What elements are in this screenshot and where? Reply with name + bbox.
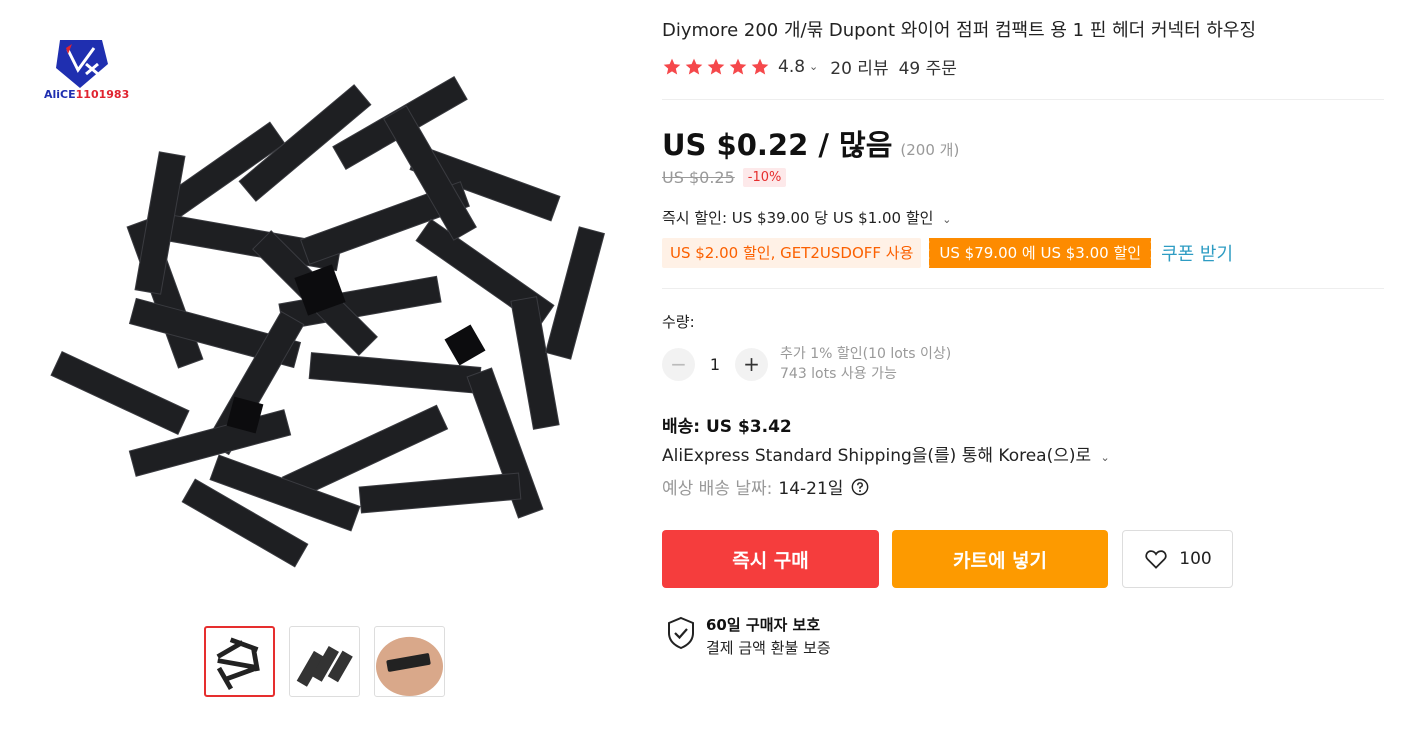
help-icon[interactable] — [851, 478, 869, 496]
price-unit: (200 개) — [900, 141, 960, 159]
star-icon — [685, 58, 703, 74]
divider — [662, 99, 1384, 100]
wishlist-button[interactable]: 100 — [1122, 530, 1233, 588]
rating-stars — [662, 57, 770, 77]
heart-icon — [1145, 550, 1167, 569]
chevron-down-icon[interactable]: ⌄ — [942, 213, 951, 226]
thumbnail-1[interactable] — [204, 626, 275, 697]
coupon-row: US $2.00 할인, GET2USDOFF 사용 US $79.00 에 U… — [662, 238, 1233, 268]
shipping-cost: 배송: US $3.42 — [662, 417, 792, 437]
increase-button[interactable]: + — [735, 347, 768, 381]
buy-now-button[interactable]: 즉시 구매 — [662, 530, 879, 588]
rating-value[interactable]: 4.8 — [778, 57, 805, 77]
thumbnail-2[interactable] — [289, 626, 360, 697]
original-price: US $0.25 — [662, 168, 735, 187]
quantity-input[interactable]: 1 — [695, 355, 735, 374]
star-icon — [707, 58, 725, 74]
reviews-link[interactable]: 20 리뷰 — [830, 54, 888, 79]
orders-count: 49 주문 — [898, 59, 957, 79]
wishlist-count: 100 — [1179, 549, 1212, 569]
star-icon — [663, 58, 681, 74]
quantity-stepper: − 1 + 추가 1% 할인(10 lots 이상) 743 lots 사용 가… — [662, 344, 951, 384]
old-price-row: US $0.25 -10% — [662, 168, 787, 187]
get-coupons-link[interactable]: 쿠폰 받기 — [1161, 240, 1233, 266]
protection-subtitle: 결제 금액 환불 보증 — [706, 639, 831, 657]
decrease-button[interactable]: − — [662, 347, 695, 381]
thumbnail-3[interactable] — [374, 626, 445, 697]
rating-row: 4.8 ⌄ 20 리뷰 49 주문 — [662, 54, 957, 79]
coupon-store[interactable]: US $2.00 할인, GET2USDOFF 사용 — [662, 238, 922, 268]
instant-discount[interactable]: 즉시 할인: US $39.00 당 US $1.00 할인 ⌄ — [662, 207, 951, 228]
protection-title: 60일 구매자 보호 — [706, 616, 821, 634]
divider — [662, 288, 1384, 289]
coupon-select[interactable]: US $79.00 에 US $3.00 할인 — [926, 238, 1154, 268]
shipping-method[interactable]: AliExpress Standard Shipping을(를) 통해 Kore… — [662, 441, 1110, 466]
chevron-down-icon[interactable]: ⌄ — [1101, 451, 1110, 464]
add-to-cart-button[interactable]: 카트에 넣기 — [892, 530, 1108, 588]
current-price: US $0.22 / 많음 — [662, 128, 893, 162]
discount-badge: -10% — [742, 168, 787, 187]
product-title: Diymore 200 개/묶 Dupont 와이어 점퍼 컴팩트 용 1 핀 … — [662, 20, 1257, 41]
delivery-estimate: 예상 배송 날짜: 14-21일 — [662, 474, 869, 499]
star-icon — [751, 58, 769, 74]
price-block: US $0.22 / 많음 (200 개) — [662, 122, 959, 164]
main-product-image[interactable] — [30, 30, 620, 590]
star-icon — [729, 58, 747, 74]
shield-check-icon — [668, 616, 694, 650]
chevron-down-icon[interactable]: ⌄ — [809, 60, 818, 73]
quantity-note: 추가 1% 할인(10 lots 이상) 743 lots 사용 가능 — [780, 346, 952, 382]
quantity-label: 수량: — [662, 313, 695, 331]
buyer-protection: 60일 구매자 보호 결제 금액 환불 보증 — [666, 614, 831, 658]
thumbnail-strip — [204, 626, 445, 697]
delivery-days: 14-21일 — [778, 479, 844, 499]
